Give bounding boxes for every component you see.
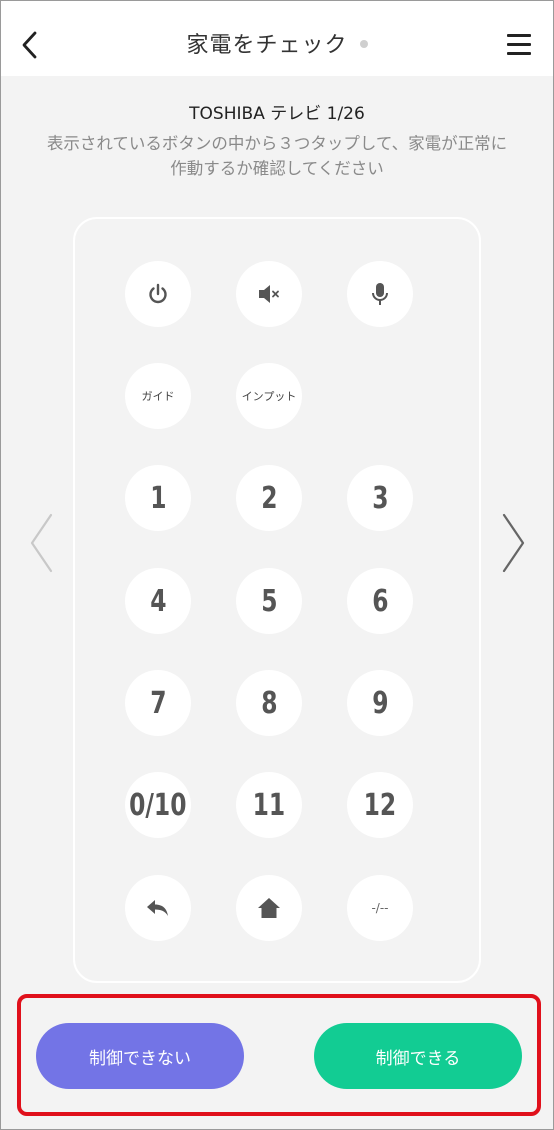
home-button[interactable] — [236, 875, 302, 941]
number-button-12[interactable]: 12 — [347, 772, 413, 838]
return-button[interactable] — [125, 875, 191, 941]
hamburger-line — [507, 52, 531, 55]
number-button-2[interactable]: 2 — [236, 465, 302, 531]
home-icon — [258, 898, 280, 918]
next-remote-button[interactable] — [498, 511, 528, 575]
number-label: 6 — [371, 583, 389, 619]
power-button[interactable] — [125, 261, 191, 327]
number-label: 7 — [149, 685, 167, 721]
app-screen: 家電をチェック TOSHIBA テレビ 1/26 表示されているボタンの中から３… — [0, 0, 554, 1130]
number-label: 3 — [371, 480, 389, 516]
number-button-5[interactable]: 5 — [236, 568, 302, 634]
dash-button[interactable]: -/-- — [347, 875, 413, 941]
status-dot — [359, 40, 368, 48]
page-title: 家電をチェック — [186, 33, 348, 58]
hamburger-menu-icon — [507, 34, 531, 37]
number-label: 5 — [260, 583, 278, 619]
cannot-control-button[interactable]: 制御できない — [36, 1023, 244, 1089]
number-label: 2 — [260, 480, 278, 516]
header-bar: 家電をチェック — [1, 1, 553, 76]
previous-remote-button[interactable] — [27, 511, 57, 575]
mute-icon — [259, 285, 279, 303]
number-button-8[interactable]: 8 — [236, 670, 302, 736]
number-label: 4 — [149, 583, 167, 619]
device-name: TOSHIBA テレビ 1/26 — [189, 104, 365, 124]
microphone-icon — [372, 283, 388, 305]
chevron-right-icon — [502, 513, 525, 573]
can-control-button[interactable]: 制御できる — [314, 1023, 522, 1089]
number-label: 0/10 — [129, 787, 187, 823]
number-label: 9 — [371, 685, 389, 721]
number-label: 11 — [252, 787, 286, 823]
menu-button[interactable] — [507, 34, 531, 56]
number-button-3[interactable]: 3 — [347, 465, 413, 531]
number-label: 12 — [363, 787, 397, 823]
voice-button[interactable] — [347, 261, 413, 327]
power-icon — [149, 283, 167, 304]
instruction-text: 表示されているボタンの中から３つタップして、家電が正常に作動するか確認してくださ… — [46, 134, 508, 178]
number-button-9[interactable]: 9 — [347, 670, 413, 736]
guide-button[interactable]: ガイド — [125, 363, 191, 429]
mute-button[interactable] — [236, 261, 302, 327]
number-button-6[interactable]: 6 — [347, 568, 413, 634]
number-button-4[interactable]: 4 — [125, 568, 191, 634]
number-button-1[interactable]: 1 — [125, 465, 191, 531]
number-button-0-10[interactable]: 0/10 — [125, 772, 191, 838]
hamburger-line — [507, 43, 531, 46]
input-button[interactable]: インプット — [236, 363, 302, 429]
page-title-area: 家電をチェック — [1, 27, 553, 59]
number-label: 1 — [149, 480, 167, 516]
back-icon — [147, 900, 168, 916]
number-label: 8 — [260, 685, 278, 721]
number-button-11[interactable]: 11 — [236, 772, 302, 838]
action-button-group: 制御できない 制御できる — [17, 994, 541, 1116]
number-button-7[interactable]: 7 — [125, 670, 191, 736]
chevron-left-icon — [30, 513, 53, 573]
remote-panel: ガイド インプット 1 2 3 4 5 6 7 8 9 0/10 11 12 -… — [73, 217, 481, 983]
